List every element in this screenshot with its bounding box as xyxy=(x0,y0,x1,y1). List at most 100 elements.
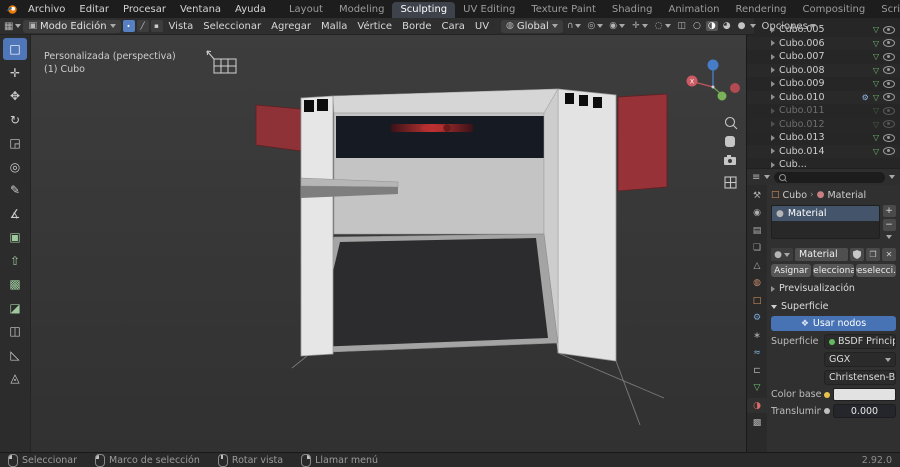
object-name[interactable]: Cubo.006 xyxy=(779,38,824,49)
outliner-row[interactable]: Cubo.014 ▽ xyxy=(747,144,900,158)
knife-tool[interactable]: ◺ xyxy=(3,344,27,366)
tab-particles[interactable]: ∗ xyxy=(748,328,766,343)
material-slot-list[interactable]: ● Material xyxy=(771,205,880,239)
visibility-eye-icon[interactable] xyxy=(883,133,895,142)
expand-icon[interactable] xyxy=(771,107,775,114)
outliner-row[interactable]: Cubo.011 ▽ xyxy=(747,104,900,118)
overlays-toggle[interactable]: ◌ xyxy=(653,21,673,31)
add-slot-button[interactable]: + xyxy=(882,205,896,217)
properties-options-caret-icon[interactable] xyxy=(889,175,895,179)
surface-section-header[interactable]: Superficie xyxy=(771,300,896,313)
breadcrumb-object[interactable]: Cubo xyxy=(783,190,808,201)
mode-dropdown[interactable]: ▣ Modo Edición xyxy=(23,19,121,33)
tab-tool[interactable]: ⚒ xyxy=(748,188,766,203)
visibility-eye-icon[interactable] xyxy=(883,52,895,61)
expand-icon[interactable] xyxy=(771,121,775,128)
tab-texture[interactable]: ▩ xyxy=(748,416,766,431)
tab-output[interactable]: ▤ xyxy=(748,223,766,238)
object-name[interactable]: Cubo.012 xyxy=(779,119,824,130)
menu-borde[interactable]: Borde xyxy=(398,20,435,33)
tab-object[interactable]: □ xyxy=(748,293,766,308)
tab-object-data[interactable]: ▽ xyxy=(748,381,766,396)
workspace-tab-scripting[interactable]: Scripting xyxy=(873,2,900,18)
expand-icon[interactable] xyxy=(771,40,775,47)
object-name[interactable]: Cubo.009 xyxy=(779,78,824,89)
workspace-tab-rendering[interactable]: Rendering xyxy=(727,2,794,18)
outliner-row[interactable]: Cubo.012 ▽ xyxy=(747,117,900,131)
grid-view-button[interactable] xyxy=(724,176,737,189)
visibility-dropdown[interactable]: ◉ xyxy=(607,21,627,31)
blender-logo-icon[interactable] xyxy=(5,3,18,16)
subsurface-method-dropdown[interactable]: Christensen-B... xyxy=(824,370,896,385)
menu-vertice[interactable]: Vértice xyxy=(353,20,396,33)
workspace-tab-modeling[interactable]: Modeling xyxy=(331,2,393,18)
slot-specials-caret-icon[interactable] xyxy=(886,235,892,239)
shading-wireframe-button[interactable]: ○ xyxy=(691,21,703,31)
tab-scene[interactable]: △ xyxy=(748,258,766,273)
rotate-tool[interactable]: ↻ xyxy=(3,109,27,131)
menu-malla[interactable]: Malla xyxy=(317,20,351,33)
outliner-row[interactable]: Cubo.013 ▽ xyxy=(747,131,900,145)
material-name-field[interactable]: Material xyxy=(795,248,848,261)
shading-material-button[interactable]: ◕ xyxy=(721,21,733,31)
object-name[interactable]: Cubo.013 xyxy=(779,132,824,143)
remove-slot-button[interactable]: − xyxy=(882,219,896,231)
preview-section-header[interactable]: Previsualización xyxy=(771,282,896,295)
expand-icon[interactable] xyxy=(771,53,775,60)
material-slot-row[interactable]: ● Material xyxy=(772,206,879,221)
pan-hand-button[interactable] xyxy=(725,136,735,147)
outliner-row[interactable]: Cubo.010 ⚙ ▽ xyxy=(747,90,900,104)
bevel-tool[interactable]: ◪ xyxy=(3,297,27,319)
menu-procesar[interactable]: Procesar xyxy=(116,3,173,16)
camera-view-button[interactable] xyxy=(724,155,736,165)
options-dropdown[interactable]: Opciones xyxy=(759,21,817,32)
annotate-tool[interactable]: ✎ xyxy=(3,179,27,201)
measure-tool[interactable]: ∡ xyxy=(3,203,27,225)
tab-world[interactable]: ◍ xyxy=(748,276,766,291)
menu-editar[interactable]: Editar xyxy=(72,3,116,16)
editor-type-icon[interactable]: ▦ xyxy=(4,21,13,32)
xray-toggle[interactable]: ◫ xyxy=(676,21,689,31)
outliner-row[interactable]: Cubo.007 ▽ xyxy=(747,50,900,64)
menu-uv[interactable]: UV xyxy=(471,20,493,33)
object-name[interactable]: Cubo.011 xyxy=(779,105,824,116)
fake-user-button[interactable] xyxy=(850,248,864,261)
subsurface-value-field[interactable]: 0.000 xyxy=(833,404,896,418)
shading-solid-button[interactable]: ◑ xyxy=(705,21,718,31)
zoom-button[interactable] xyxy=(724,116,738,130)
properties-editor-icon[interactable]: ≡ xyxy=(752,172,760,183)
outliner-row[interactable]: Cubo.008 ▽ xyxy=(747,63,900,77)
select-mode-face[interactable]: ▪ xyxy=(150,20,163,32)
shading-rendered-button[interactable]: ● xyxy=(736,21,748,31)
tab-physics[interactable]: ≈ xyxy=(748,346,766,361)
outliner-row[interactable]: Cub... xyxy=(747,158,900,168)
scale-tool[interactable]: ◲ xyxy=(3,132,27,154)
gizmos-toggle[interactable]: ✛ xyxy=(630,21,650,31)
object-name[interactable]: Cub... xyxy=(779,159,807,168)
workspace-tab-compositing[interactable]: Compositing xyxy=(795,2,874,18)
transform-tool[interactable]: ◎ xyxy=(3,156,27,178)
properties-search-input[interactable] xyxy=(774,171,885,183)
visibility-eye-icon[interactable] xyxy=(883,39,895,48)
menu-archivo[interactable]: Archivo xyxy=(21,3,72,16)
visibility-eye-icon[interactable] xyxy=(883,106,895,115)
select-button[interactable]: Seleccionar xyxy=(813,264,854,277)
menu-ayuda[interactable]: Ayuda xyxy=(228,3,273,16)
poly-build-tool[interactable]: ◬ xyxy=(3,367,27,389)
breadcrumb-material[interactable]: Material xyxy=(827,190,866,201)
base-color-swatch[interactable] xyxy=(833,388,896,401)
expand-icon[interactable] xyxy=(771,134,775,141)
browse-material-button[interactable]: ● xyxy=(771,248,793,261)
select-box-tool[interactable]: □ xyxy=(3,38,27,60)
shading-caret-icon[interactable] xyxy=(750,24,757,28)
select-mode-edge[interactable]: ╱ xyxy=(136,20,149,32)
tab-modifiers[interactable]: ⚙ xyxy=(748,311,766,326)
properties-editor-caret-icon[interactable] xyxy=(764,175,771,179)
orientation-dropdown[interactable]: ◍ Global xyxy=(501,19,563,33)
new-material-button[interactable]: ❐ xyxy=(866,248,880,261)
expand-icon[interactable] xyxy=(771,161,775,168)
tab-constraints[interactable]: ⊏ xyxy=(748,363,766,378)
scene-canvas[interactable]: X xyxy=(31,35,746,452)
menu-vista[interactable]: Vista xyxy=(165,20,198,33)
workspace-tab-shading[interactable]: Shading xyxy=(604,2,661,18)
